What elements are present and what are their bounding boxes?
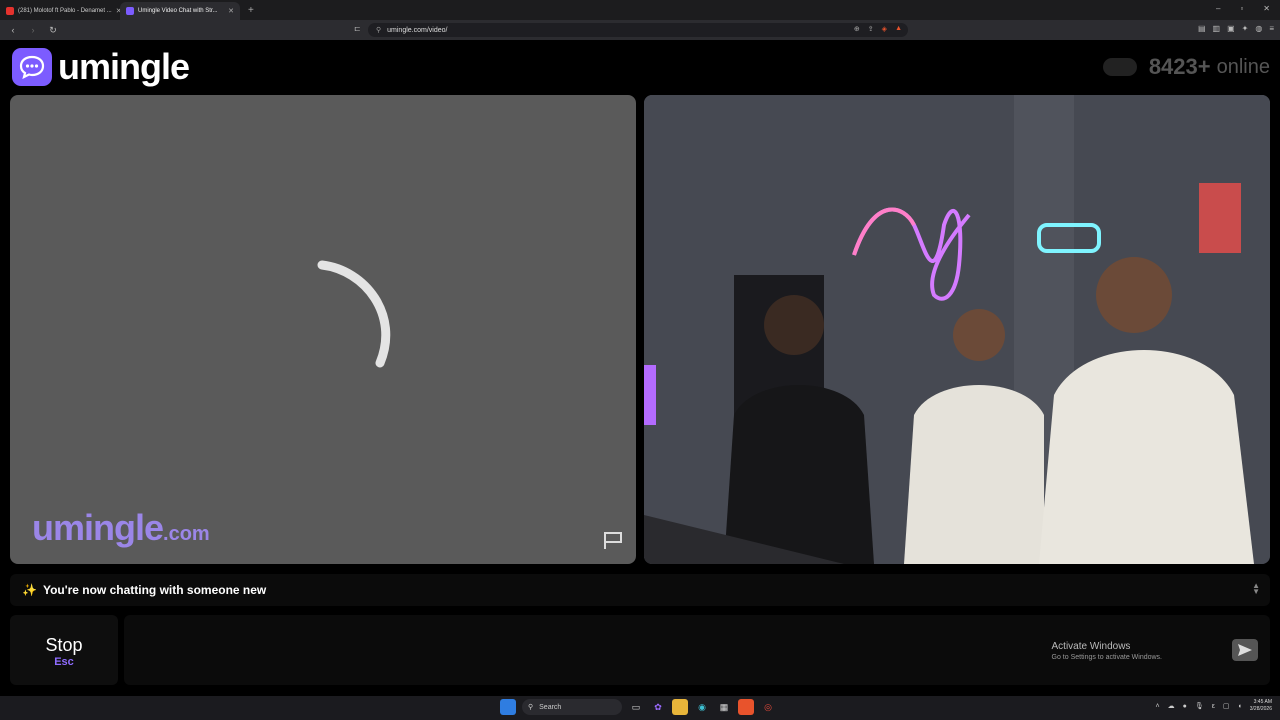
umingle-favicon-icon	[126, 7, 134, 15]
new-tab-button[interactable]: +	[248, 5, 254, 16]
stop-shortcut: Esc	[54, 656, 74, 668]
brave-rewards-icon[interactable]: ▲	[895, 25, 902, 33]
minimize-icon[interactable]: –	[1216, 4, 1220, 13]
site-info-icon[interactable]: ⚲	[376, 26, 381, 34]
clock[interactable]: 3:45 AM 3/28/2026	[1250, 699, 1272, 713]
chat-status-bar: ✨ You're now chatting with someone new ▲…	[10, 574, 1270, 606]
app-tray-icon[interactable]: ●	[1183, 703, 1187, 710]
bookmark-icon[interactable]: ⊏	[354, 24, 361, 33]
volume-icon[interactable]: ◖	[1238, 703, 1242, 710]
brave-icon[interactable]	[738, 699, 754, 715]
status-message: You're now chatting with someone new	[42, 583, 267, 597]
loading-spinner-icon	[317, 260, 391, 368]
scroll-arrows-icon[interactable]: ▲ ▼	[1252, 582, 1260, 596]
report-flag-icon[interactable]	[602, 530, 624, 550]
clock-time: 3:45 AM	[1253, 699, 1272, 705]
url-text: umingle.com/video/	[387, 26, 448, 34]
leo-icon[interactable]: ✦	[1242, 24, 1249, 33]
zoom-icon[interactable]: ⊕	[854, 25, 860, 33]
taskbar-apps: ⚲ Search ▭ ✿ ◉ ▦ ◎	[500, 699, 776, 715]
network-icon[interactable]: ▢	[1223, 702, 1230, 710]
window-controls: – ▫ ✕	[1216, 4, 1270, 13]
wallet-icon[interactable]: ▣	[1227, 24, 1235, 33]
forward-icon[interactable]: ›	[26, 25, 40, 35]
send-button[interactable]	[1232, 639, 1258, 661]
windows-taskbar: ⚲ Search ▭ ✿ ◉ ▦ ◎ ˄ ☁ ● 🎙 ε ▢ ◖ 3:45 AM…	[0, 696, 1280, 720]
clock-date: 3/28/2026	[1249, 706, 1272, 712]
watermark-main: umingle	[32, 507, 164, 548]
browser-tab-strip: (281) Molotof ft Pablo - Denamet ... ✕ U…	[0, 0, 1280, 20]
chat-bubble-icon	[12, 48, 52, 86]
language-icon[interactable]: ε	[1212, 703, 1215, 710]
chat-input[interactable]: Activate Windows Go to Settings to activ…	[124, 615, 1270, 685]
reload-icon[interactable]: ↻	[46, 25, 60, 36]
vpn-icon[interactable]: ◍	[1255, 24, 1262, 33]
online-indicator: 8423+ online	[1102, 54, 1270, 80]
tab-label: (281) Molotof ft Pablo - Denamet ...	[18, 8, 112, 14]
online-count: 8423+	[1148, 54, 1211, 79]
store-icon[interactable]: ▦	[716, 699, 732, 715]
system-tray: ˄ ☁ ● 🎙 ε ▢ ◖ 3:45 AM 3/28/2026	[1156, 699, 1272, 713]
address-bar-actions: ⊕ ⇪ ◈ ▲	[854, 25, 902, 33]
send-icon	[1238, 644, 1252, 656]
online-label: online	[1216, 55, 1270, 78]
edge-icon[interactable]: ◉	[694, 699, 710, 715]
close-window-icon[interactable]: ✕	[1263, 4, 1270, 13]
camera-feed-image	[644, 95, 1270, 564]
reader-icon[interactable]: ▤	[1198, 24, 1206, 33]
address-bar[interactable]: ⚲ umingle.com/video/ ⊕ ⇪ ◈ ▲	[368, 23, 908, 37]
tab-label: Umingle Video Chat with Str...	[138, 8, 218, 14]
onedrive-icon[interactable]: ☁	[1168, 702, 1175, 710]
search-label: Search	[539, 703, 562, 711]
tab-umingle[interactable]: Umingle Video Chat with Str... ✕	[120, 2, 240, 20]
task-view-icon[interactable]: ▭	[628, 699, 644, 715]
activate-subtitle: Go to Settings to activate Windows.	[1051, 654, 1163, 661]
sparkle-icon: ✨	[22, 583, 37, 597]
tab-youtube[interactable]: (281) Molotof ft Pablo - Denamet ... ✕	[0, 2, 120, 20]
theme-toggle[interactable]	[1102, 58, 1137, 76]
stop-button[interactable]: Stop Esc	[10, 615, 118, 685]
chrome-icon[interactable]: ◎	[760, 699, 776, 715]
browser-right-tools: ▤ ▥ ▣ ✦ ◍ ≡	[1198, 24, 1274, 33]
sidebar-icon[interactable]: ▥	[1213, 24, 1221, 33]
site-logo[interactable]: umingle	[12, 46, 190, 88]
self-video	[644, 95, 1270, 564]
umingle-watermark: umingle .com	[32, 507, 210, 549]
maximize-icon[interactable]: ▫	[1240, 4, 1243, 13]
brave-shield-icon[interactable]: ◈	[882, 25, 887, 33]
youtube-favicon-icon	[6, 7, 14, 15]
taskbar-search[interactable]: ⚲ Search	[522, 699, 622, 715]
search-icon: ⚲	[528, 704, 534, 711]
stranger-video: umingle .com	[10, 95, 636, 564]
stop-label: Stop	[45, 635, 83, 655]
umingle-page: umingle 8423+ online umingle .com ✨ You'…	[0, 40, 1280, 696]
windows-start-icon[interactable]	[500, 699, 516, 715]
microphone-icon[interactable]: 🎙	[1195, 702, 1204, 710]
back-icon[interactable]: ‹	[6, 25, 20, 35]
file-explorer-icon[interactable]	[672, 699, 688, 715]
browser-toolbar: ‹ › ↻ ⊏ ⚲ umingle.com/video/ ⊕ ⇪ ◈ ▲ ▤ ▥…	[0, 20, 1280, 40]
activate-windows-notice: Activate Windows Go to Settings to activ…	[1052, 641, 1163, 661]
copilot-icon[interactable]: ✿	[650, 699, 666, 715]
watermark-suffix: .com	[163, 523, 210, 545]
tab-close-icon[interactable]: ✕	[228, 7, 234, 15]
activate-title: Activate Windows	[1051, 641, 1131, 652]
share-icon[interactable]: ⇪	[868, 25, 874, 33]
tray-overflow-icon[interactable]: ˄	[1156, 703, 1160, 710]
logo-text: umingle	[58, 46, 190, 87]
menu-icon[interactable]: ≡	[1269, 24, 1274, 33]
